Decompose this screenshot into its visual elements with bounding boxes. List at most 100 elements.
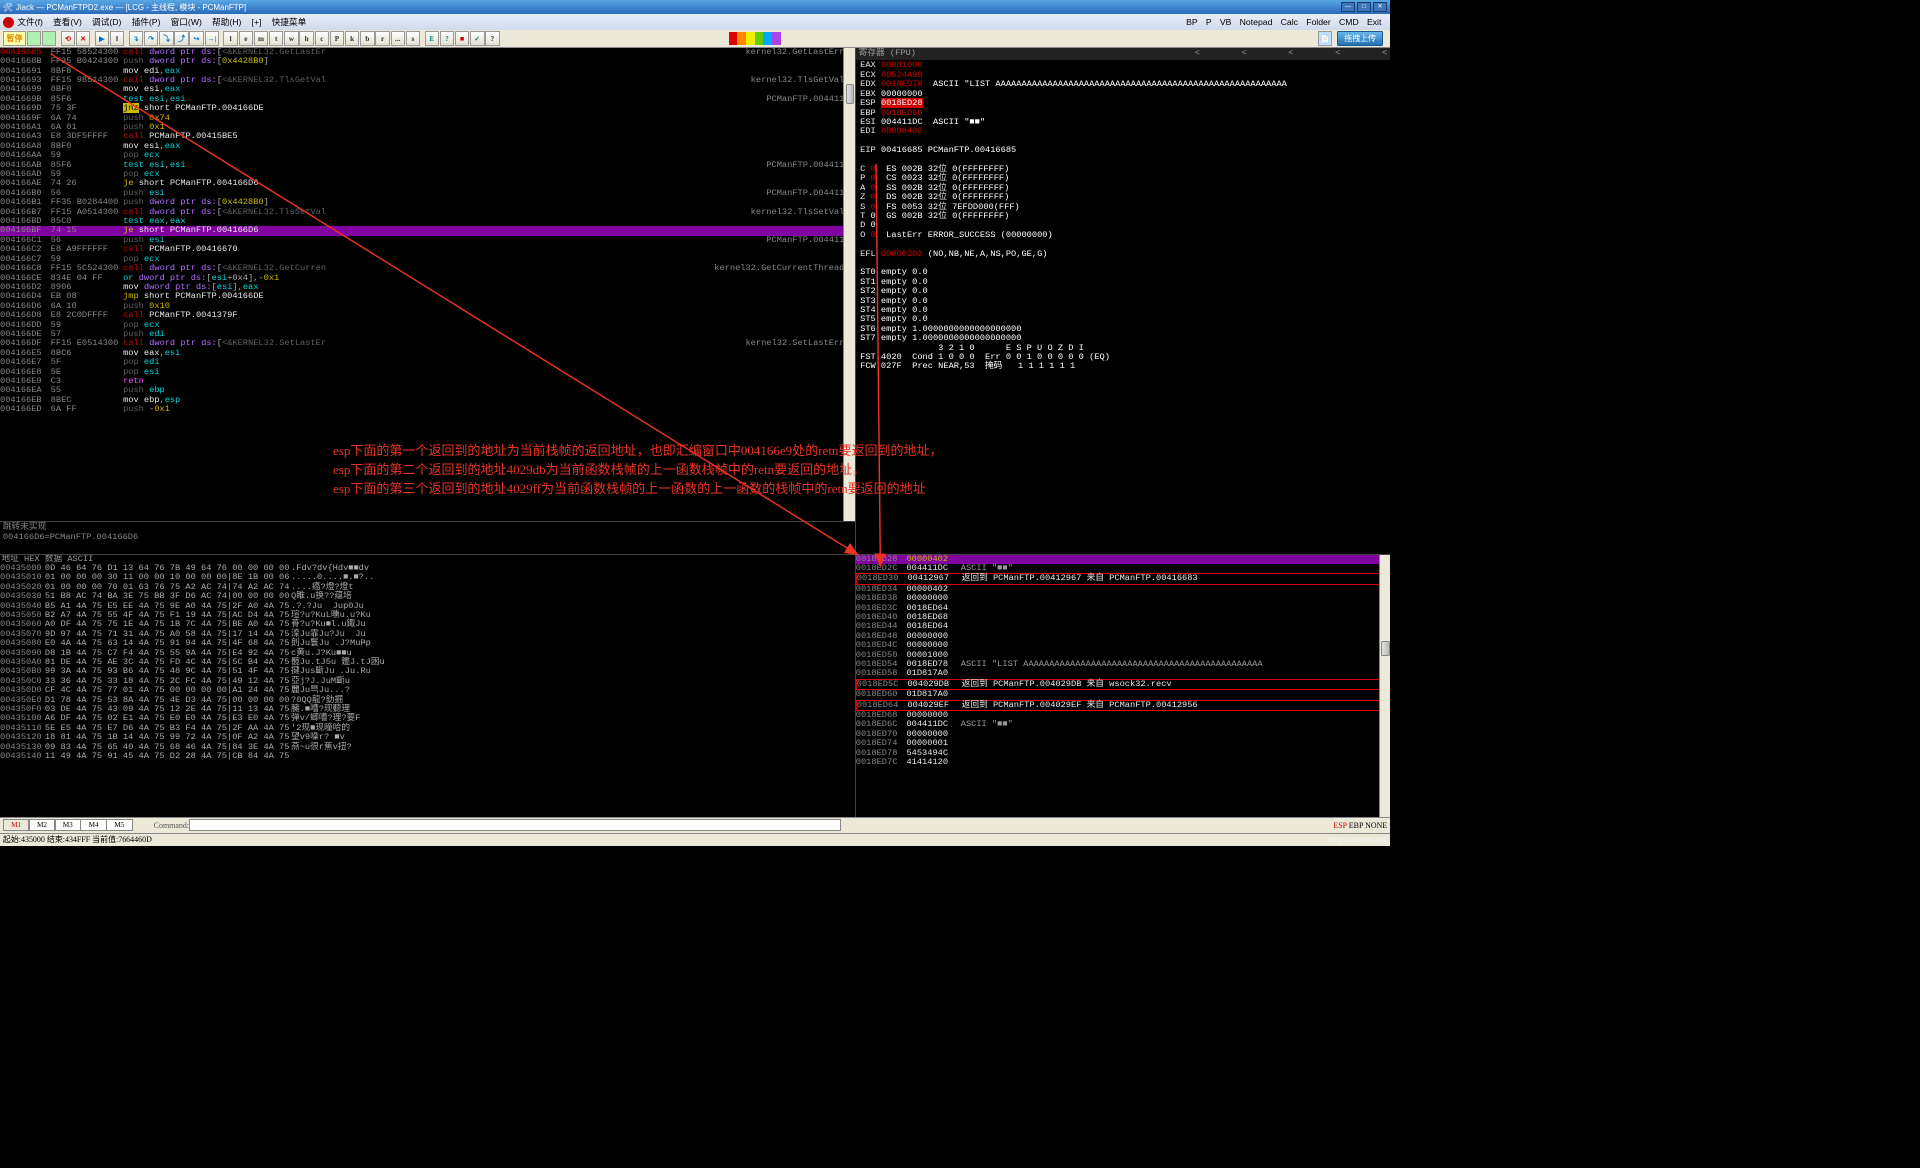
menu-plugin[interactable]: 插件(P) [132,16,161,28]
stack-row[interactable]: 0018ED5801D817A0 [856,669,1390,678]
status-bar: 起始:435000 结束:434FFF 当前值:7664460D [0,833,1390,846]
tab-bar: M1 M2 M3 M4 M5 Command: ESP EBP NONE [0,817,1390,833]
jump-target-pane: 跳转未实现 004166D6=PCManFTP.004166D6 [0,522,855,555]
annotation-2: esp下面的第二个返回到的地址4029db为当前函数栈帧的上一函数栈帧中的ret… [333,459,865,478]
tb-m[interactable]: m [254,31,268,45]
tbQ3[interactable]: ? [485,31,499,45]
menu-help[interactable]: 帮助(H) [212,16,241,28]
minimize-button[interactable]: — [1341,2,1355,12]
register-line[interactable]: ST2 empty 0.0 [856,287,1390,296]
register-line[interactable]: T 0 GS 002B 32位 0(FFFFFFFF) [856,212,1390,221]
register-line[interactable]: ST3 empty 0.0 [856,297,1390,306]
tab-m1[interactable]: M1 [3,819,30,830]
tbS[interactable]: ✓ [470,31,484,45]
register-line[interactable]: ESP 0018ED28 [856,99,1390,108]
script-button[interactable]: 📄 [1318,31,1332,45]
tb-h[interactable]: h [299,31,313,45]
tracein-button[interactable]: ⤵ [159,31,173,45]
tb-s[interactable]: s [406,31,420,45]
register-line[interactable]: ESI 004411DC ASCII "■■" [856,118,1390,127]
menu-bar[interactable]: 文件(f) 查看(V) 调试(D) 插件(P) 窗口(W) 帮助(H) [+] … [0,14,1390,30]
registers-pane[interactable]: 寄存器 (FPU)< < < < < EAX 00001000ECX 00524… [856,48,1390,555]
register-line[interactable]: O 0 LastErr ERROR_SUCCESS (00000000) [856,231,1390,240]
register-line[interactable]: EAX 00001000 [856,61,1390,70]
tb-t[interactable]: t [269,31,283,45]
menu-debug[interactable]: 调试(D) [92,16,121,28]
register-line[interactable]: ST4 empty 0.0 [856,306,1390,315]
tb2[interactable] [42,31,56,45]
hex-dump-pane[interactable]: 地址 HEX 数据 ASCII 004350000D 46 64 76 D1 1… [0,555,855,817]
tb-r[interactable]: r [375,31,389,45]
menu-exit[interactable]: Exit [1367,17,1381,27]
maximize-button[interactable]: □ [1357,2,1371,12]
register-line[interactable]: EDX 0018ED78 ASCII "LIST AAAAAAAAAAAAAAA… [856,80,1390,89]
tab-m3[interactable]: M3 [55,819,82,830]
stack-row[interactable]: 0018ED2C004411DCASCII "■■" [856,564,1390,573]
menu-window[interactable]: 窗口(W) [171,16,202,28]
menu-bp[interactable]: BP [1186,17,1198,27]
register-line[interactable]: ST1 empty 0.0 [856,278,1390,287]
menu-p[interactable]: P [1206,17,1212,27]
register-line[interactable]: FCW 027F Prec NEAR,53 掩码 1 1 1 1 1 1 [856,362,1390,371]
stepover-button[interactable]: ↷ [144,31,158,45]
tb-k[interactable]: k [345,31,359,45]
register-line[interactable]: ST0 empty 0.0 [856,268,1390,277]
tab-m4[interactable]: M4 [80,819,107,830]
tb-b[interactable]: b [360,31,374,45]
register-line[interactable]: EBX 00000000 [856,90,1390,99]
toolbar: 暂停 ⟲ ✕ ▶ ‖ ↴ ↷ ⤵ ⤴ ↪ →| lemtwhcPkbr...s … [0,30,1390,47]
menu-calc[interactable]: Calc [1281,17,1298,27]
tb-P[interactable]: P [330,31,344,45]
menu-view[interactable]: 查看(V) [53,16,82,28]
menu-plus[interactable]: [+] [252,17,262,27]
title-text: Jiack — PCManFTPD2.exe — [LCG - 主线程, 模块 … [16,2,246,13]
pause2-button[interactable]: ‖ [110,31,124,45]
register-line[interactable]: EDI 00000402 [856,127,1390,136]
close-button[interactable]: ✕ [1373,2,1387,12]
tbQ2[interactable]: ■ [455,31,469,45]
stack-pane[interactable]: 0018ED28000004020018ED2C004411DCASCII "■… [856,555,1390,817]
rununtil-button[interactable]: →| [205,31,219,45]
tb-l[interactable]: l [223,31,237,45]
disasm-row[interactable]: 004166ED6A FFpush -0x1 [0,405,855,414]
menu-vb[interactable]: VB [1220,17,1232,27]
watermark: drops.wooyun.org [1328,835,1386,844]
tab-m2[interactable]: M2 [29,819,56,830]
menu-cmd[interactable]: CMD [1339,17,1359,27]
tb-w[interactable]: w [284,31,298,45]
traceover-button[interactable]: ⤴ [174,31,188,45]
tb-...[interactable]: ... [391,31,405,45]
tb-c[interactable]: c [315,31,329,45]
tb-e[interactable]: e [239,31,253,45]
runret-button[interactable]: ↪ [189,31,203,45]
menu-folder[interactable]: Folder [1306,17,1331,27]
rainbow-logo [729,32,781,44]
app-icon: 🛠 [3,3,13,12]
stack-row[interactable]: 0018ED7C41414120 [856,758,1390,767]
menu-quick[interactable]: 快捷菜单 [272,16,307,28]
cmd-label: Command: [154,821,189,830]
command-input[interactable] [189,819,841,831]
tb1[interactable] [27,31,41,45]
annotation-3: esp下面的第三个返回到的地址4029ff为当前函数栈帧的上一函数的上一函数的栈… [333,478,926,497]
tab-m5[interactable]: M5 [106,819,133,830]
stack-scrollbar[interactable] [1379,555,1391,817]
tbQ1[interactable]: ? [440,31,454,45]
restart-button[interactable]: ⟲ [61,31,75,45]
upload-button[interactable]: 拖拽上传 [1337,31,1382,45]
annotation-1: esp下面的第一个返回到的地址为当前栈帧的返回地址，也即汇编窗口中004166e… [333,440,943,459]
stack-row[interactable]: 0018ED6001D817A0 [856,690,1390,699]
menu-file[interactable]: 文件(f) [17,16,43,28]
app-glyph-icon [3,17,15,29]
register-line[interactable]: EIP 00416685 PCManFTP.00416685 [856,146,1390,155]
menu-notepad[interactable]: Notepad [1240,17,1273,27]
run-button[interactable]: ▶ [95,31,109,45]
register-line[interactable] [856,259,1390,268]
register-line[interactable]: EFL 00000202 (NO,NB,NE,A,NS,PO,GE,G) [856,250,1390,259]
dump-row[interactable]: 0043514011 49 4A 75 91 45 4A 75 D2 28 4A… [0,752,855,761]
stepinto-button[interactable]: ↴ [129,31,143,45]
tbE[interactable]: E [425,31,439,45]
stop-button[interactable]: ✕ [76,31,90,45]
pause-button[interactable]: 暂停 [3,31,26,45]
titlebar: 🛠 Jiack — PCManFTPD2.exe — [LCG - 主线程, 模… [0,0,1390,14]
